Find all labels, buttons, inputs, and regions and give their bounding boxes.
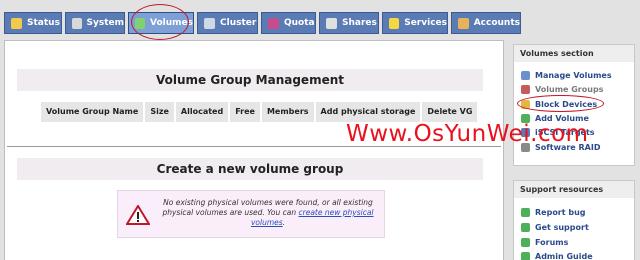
support-resources-panel: Support resources Report bug Get support… (513, 180, 635, 260)
col-members: Members (261, 102, 316, 122)
warning-icon (126, 205, 150, 225)
tab-quota[interactable]: Quota (261, 12, 316, 34)
warning-suffix: . (282, 218, 286, 227)
sidebar-item-label: Get support (535, 222, 589, 232)
services-icon (389, 17, 400, 29)
tab-label: Cluster (220, 18, 257, 28)
volume-group-title: Volume Group Management (17, 69, 483, 91)
create-volume-group-title: Create a new volume group (17, 158, 483, 180)
sidebar-item-label: Forums (535, 237, 569, 247)
warning-line1: No existing physical volumes were found,… (163, 198, 373, 207)
volumes-section-panel: Volumes section Manage Volumes Volume Gr… (513, 44, 635, 166)
sidebar-item-volume-groups[interactable]: Volume Groups (521, 83, 603, 95)
accounts-icon (458, 17, 469, 29)
sidebar-item-get-support[interactable]: Get support (521, 221, 589, 233)
main-panel: Volume Group Management Volume Group Nam… (4, 40, 504, 260)
tab-system[interactable]: System (65, 12, 125, 34)
manage-volumes-icon (521, 70, 530, 80)
tab-label: Volumes (150, 18, 193, 28)
tab-volumes[interactable]: Volumes (128, 12, 194, 34)
volumes-section-title: Volumes section (514, 45, 634, 62)
tab-label: Shares (342, 18, 377, 28)
warning-text: No existing physical volumes were found,… (158, 198, 378, 228)
tab-label: Status (27, 18, 60, 28)
warning-box: No existing physical volumes were found,… (117, 190, 385, 238)
cluster-icon (204, 17, 215, 29)
forums-icon (521, 237, 530, 247)
volume-groups-icon (521, 84, 530, 94)
col-allocated: Allocated (175, 102, 231, 122)
warning-line2: physical volumes are used. You can (162, 208, 299, 217)
sidebar-item-label: Volume Groups (535, 84, 604, 94)
tab-cluster[interactable]: Cluster (197, 12, 258, 34)
tab-label: System (86, 18, 125, 28)
tab-services[interactable]: Services (382, 12, 448, 34)
watermark: Www.OsYunWei.com (346, 121, 589, 147)
status-icon (11, 17, 22, 29)
col-add-physical-storage: Add physical storage (315, 102, 423, 122)
col-free: Free (230, 102, 262, 122)
sidebar-item-admin-guide[interactable]: Admin Guide (521, 250, 593, 260)
tab-shares[interactable]: Shares (319, 12, 379, 34)
quota-icon (268, 17, 279, 29)
sidebar-item-forums[interactable]: Forums (521, 236, 568, 248)
volume-group-table-header: Volume Group Name Size Allocated Free Me… (41, 102, 480, 122)
col-volume-group-name: Volume Group Name (41, 102, 146, 122)
top-navigation: Status System Volumes Cluster Quota Shar… (0, 0, 640, 36)
sidebar-item-label: Manage Volumes (535, 70, 612, 80)
tab-status[interactable]: Status (4, 12, 62, 34)
system-icon (72, 17, 82, 29)
tab-label: Accounts (473, 18, 520, 28)
tab-label: Quota (284, 18, 315, 28)
shares-icon (326, 17, 337, 29)
bug-icon (521, 207, 530, 217)
tab-label: Services (404, 18, 447, 28)
sidebar-item-label: Admin Guide (535, 251, 593, 260)
support-icon (521, 222, 530, 232)
sidebar-item-manage-volumes[interactable]: Manage Volumes (521, 69, 612, 81)
sidebar-item-label: Block Devices (535, 99, 598, 109)
tab-accounts[interactable]: Accounts (451, 12, 521, 34)
sidebar-item-label: Report bug (535, 207, 586, 217)
guide-icon (521, 251, 530, 260)
col-delete-vg: Delete VG (422, 102, 480, 122)
block-devices-icon (521, 99, 530, 109)
sidebar-item-report-bug[interactable]: Report bug (521, 206, 586, 218)
support-resources-title: Support resources (514, 181, 634, 198)
volumes-icon (135, 17, 145, 29)
col-size: Size (145, 102, 176, 122)
sidebar-item-block-devices[interactable]: Block Devices (521, 98, 597, 110)
